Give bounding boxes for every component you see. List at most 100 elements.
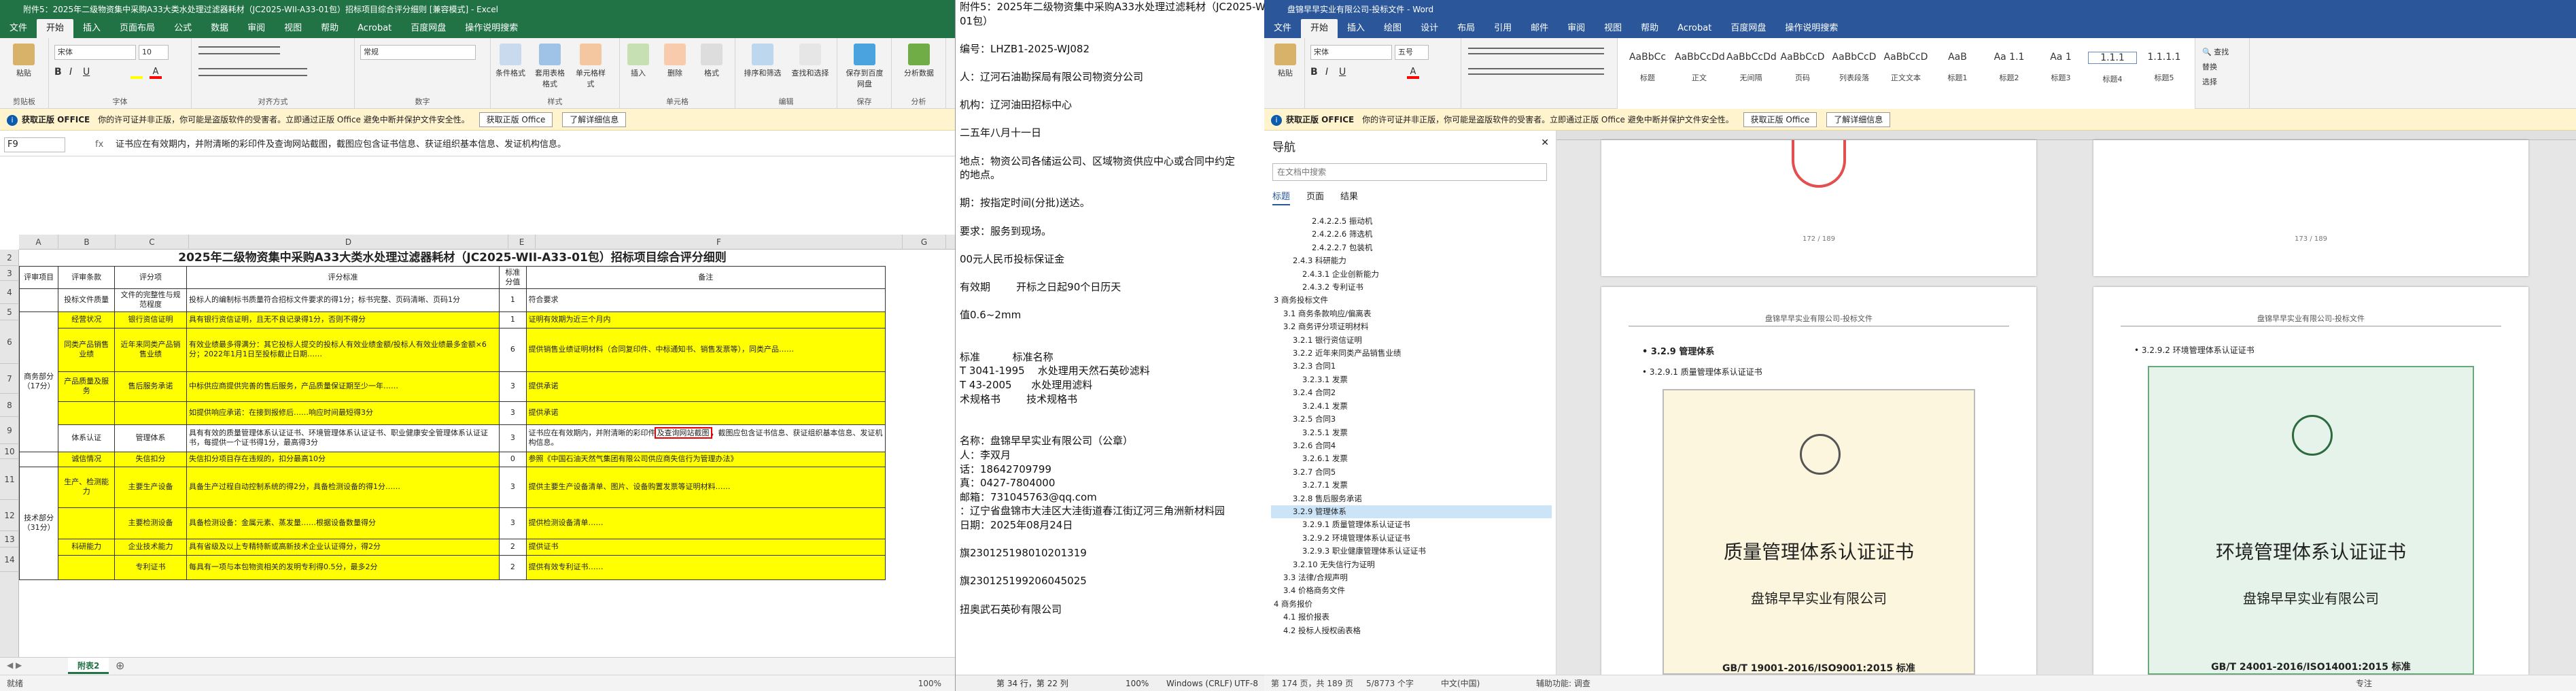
style-item[interactable]: AaBbCcDd 无间隔	[1726, 42, 1777, 97]
cell-c[interactable]: 专利证书	[114, 554, 187, 580]
nav-tree-item[interactable]: 3.2.8 售后服务承诺	[1271, 492, 1552, 505]
excel-tab[interactable]: 审阅	[238, 19, 275, 38]
row-header[interactable]: 13	[0, 531, 19, 547]
nav-tree-item[interactable]: 3.2.9.3 职业健康管理体系认证证书	[1271, 545, 1552, 558]
analyze-button[interactable]: 分析数据	[900, 44, 938, 78]
style-item[interactable]: AaBbCcD 页码	[1778, 42, 1827, 97]
cell-d[interactable]: 投标人的编制标书质量符合招标文件要求的得1分；标书完整、页码清晰、页码1分	[186, 288, 500, 312]
row-header[interactable]: 4	[0, 281, 19, 304]
prev-sheet-icon[interactable]: ◀ ▶	[7, 660, 22, 670]
align-h-icon[interactable]	[198, 68, 307, 76]
table-header-cell[interactable]: 评分项	[114, 265, 187, 289]
nav-tree-item[interactable]: 3.3 法律/合规声明	[1271, 571, 1552, 584]
nav-tree-item[interactable]: 4.2 投标人授权函表格	[1271, 624, 1552, 637]
cell-e[interactable]: 1	[499, 288, 527, 312]
column-header[interactable]: A	[19, 235, 58, 250]
cell-e[interactable]: 1	[499, 311, 527, 328]
column-header[interactable]: D	[189, 235, 508, 250]
nav-tree-item[interactable]: 3.2.7.1 发票	[1271, 479, 1552, 492]
cell-f[interactable]: 提供主要生产设备清单、图片、设备购置发票等证明材料……	[525, 466, 886, 508]
format-cells-button[interactable]: 格式	[696, 44, 727, 78]
cell-c[interactable]: 文件的完整性与规范程度	[114, 288, 187, 312]
cell-e[interactable]: 2	[499, 554, 527, 580]
excel-tab[interactable]: Acrobat	[348, 19, 401, 38]
cell-b[interactable]: 投标文件质量	[58, 288, 116, 312]
cell-d[interactable]: 如提供响应承诺：在接到报修后……响应时间最短得3分	[186, 401, 500, 425]
excel-tab[interactable]: 公式	[164, 19, 201, 38]
font-size-select[interactable]: 10	[139, 45, 169, 60]
word-italic-button[interactable]: I	[1325, 67, 1328, 78]
nav-tree-item[interactable]: 3.1 商务条款响应/偏离表	[1271, 307, 1552, 320]
cell-e[interactable]: 3	[499, 507, 527, 539]
cell-f[interactable]: 提供检测设备清单……	[525, 507, 886, 539]
cond-format-button[interactable]: 条件格式	[495, 44, 526, 78]
style-item[interactable]: AaBbCcD 正文文本	[1881, 42, 1930, 97]
find-button[interactable]: 🔍 查找 替换 选择	[2202, 45, 2229, 90]
word-font-color-button[interactable]: A	[1407, 67, 1419, 79]
column-header[interactable]: C	[116, 235, 189, 250]
style-item[interactable]: Aa 1.1 标题2	[1985, 42, 2034, 97]
nav-tree-item[interactable]: 3.2.5 合同3	[1271, 413, 1552, 426]
excel-tab[interactable]: 视图	[275, 19, 311, 38]
cell-d[interactable]: 具有省级及以上专精特新或高新技术企业认证得分，得2分	[186, 538, 500, 556]
nav-tree-item[interactable]: 3.2.6.1 发票	[1271, 452, 1552, 465]
cell-e[interactable]: 6	[499, 327, 527, 372]
row-header[interactable]: 5	[0, 304, 19, 320]
style-item[interactable]: AaB 标题1	[1933, 42, 1982, 97]
sheet-tab[interactable]: 附表2	[68, 658, 109, 674]
nav-tree-item[interactable]: 3.2.4.1 发票	[1271, 400, 1552, 413]
cell-f[interactable]: 提供承诺	[525, 371, 886, 402]
nav-search-input[interactable]: 在文档中搜索	[1272, 163, 1547, 181]
align-icon[interactable]	[1468, 68, 1604, 75]
table-header-cell[interactable]: 评审条款	[58, 265, 116, 289]
column-header[interactable]: G	[903, 235, 946, 250]
nav-tree-item[interactable]: 2.4.3.1 企业创新能力	[1271, 268, 1552, 281]
nav-tree-item[interactable]: 2.4.2.2.5 振动机	[1271, 215, 1552, 228]
nav-tree-item[interactable]: 3.2 商务评分项证明材料	[1271, 320, 1552, 333]
cell-d[interactable]: 具备生产过程自动控制系统的得2分，具备检测设备的得1分……	[186, 466, 500, 508]
cell-e[interactable]: 3	[499, 424, 527, 452]
excel-tab[interactable]: 数据	[201, 19, 238, 38]
learn-more-button[interactable]: 了解详细信息	[1826, 112, 1891, 127]
word-tab[interactable]: 邮件	[1521, 19, 1558, 38]
row-header[interactable]: 6	[0, 320, 19, 364]
table-header-cell[interactable]: 标准分值	[499, 265, 527, 289]
nav-tree-item[interactable]: 2.4.3.2 专利证书	[1271, 281, 1552, 294]
nav-tab[interactable]: 标题	[1272, 192, 1291, 205]
cell-style-button[interactable]: 单元格样式	[575, 44, 606, 89]
word-tab[interactable]: 文件	[1264, 19, 1301, 38]
focus-button[interactable]: 专注	[2356, 675, 2372, 691]
nav-tree-item[interactable]: 3.2.1 银行资信证明	[1271, 334, 1552, 347]
cell-f[interactable]: 提供有效专利证书……	[525, 554, 886, 580]
excel-tab[interactable]: 百度网盘	[401, 19, 455, 38]
formula-input[interactable]: 证书应在有效期内，并附清晰的彩印件及查询网站截图，截图应包含证书信息、获证组织基…	[116, 133, 566, 156]
nav-tab[interactable]: 结果	[1340, 192, 1358, 202]
word-underline-button[interactable]: U	[1339, 67, 1346, 78]
cell-c[interactable]: 主要检测设备	[114, 507, 187, 539]
word-bold-button[interactable]: B	[1310, 67, 1318, 78]
nav-tree-item[interactable]: 3.2.7 合同5	[1271, 466, 1552, 479]
cell-b[interactable]: 生产、检测能力	[58, 466, 116, 508]
row-header[interactable]: 8	[0, 394, 19, 417]
underline-button[interactable]: U	[83, 67, 90, 78]
cell-c[interactable]: 主要生产设备	[114, 466, 187, 508]
italic-button[interactable]: I	[69, 67, 72, 78]
nav-tree-item[interactable]: 3.2.3.1 发票	[1271, 373, 1552, 386]
row-header[interactable]: 11	[0, 459, 19, 500]
word-tab[interactable]: 插入	[1338, 19, 1374, 38]
row-header[interactable]: 9	[0, 417, 19, 444]
nav-tree-item[interactable]: 3.2.4 合同2	[1271, 386, 1552, 399]
cell-e[interactable]: 2	[499, 538, 527, 556]
word-size-select[interactable]: 五号	[1395, 45, 1429, 60]
cell-d[interactable]: 具有银行资信证明，且无不良记录得1分，否则不得分	[186, 311, 500, 328]
excel-tab[interactable]: 插入	[73, 19, 110, 38]
word-tab[interactable]: 引用	[1484, 19, 1521, 38]
word-tab[interactable]: 布局	[1448, 19, 1484, 38]
cell-f[interactable]: 提供证书	[525, 538, 886, 556]
nav-tree-item[interactable]: 3.2.9.1 质量管理体系认证证书	[1271, 518, 1552, 531]
cell-b[interactable]	[58, 507, 116, 539]
style-item[interactable]: AaBbCcD 列表段落	[1830, 42, 1879, 97]
word-tab[interactable]: 绘图	[1374, 19, 1411, 38]
excel-tab[interactable]: 帮助	[311, 19, 348, 38]
row-header[interactable]: 3	[0, 266, 19, 281]
